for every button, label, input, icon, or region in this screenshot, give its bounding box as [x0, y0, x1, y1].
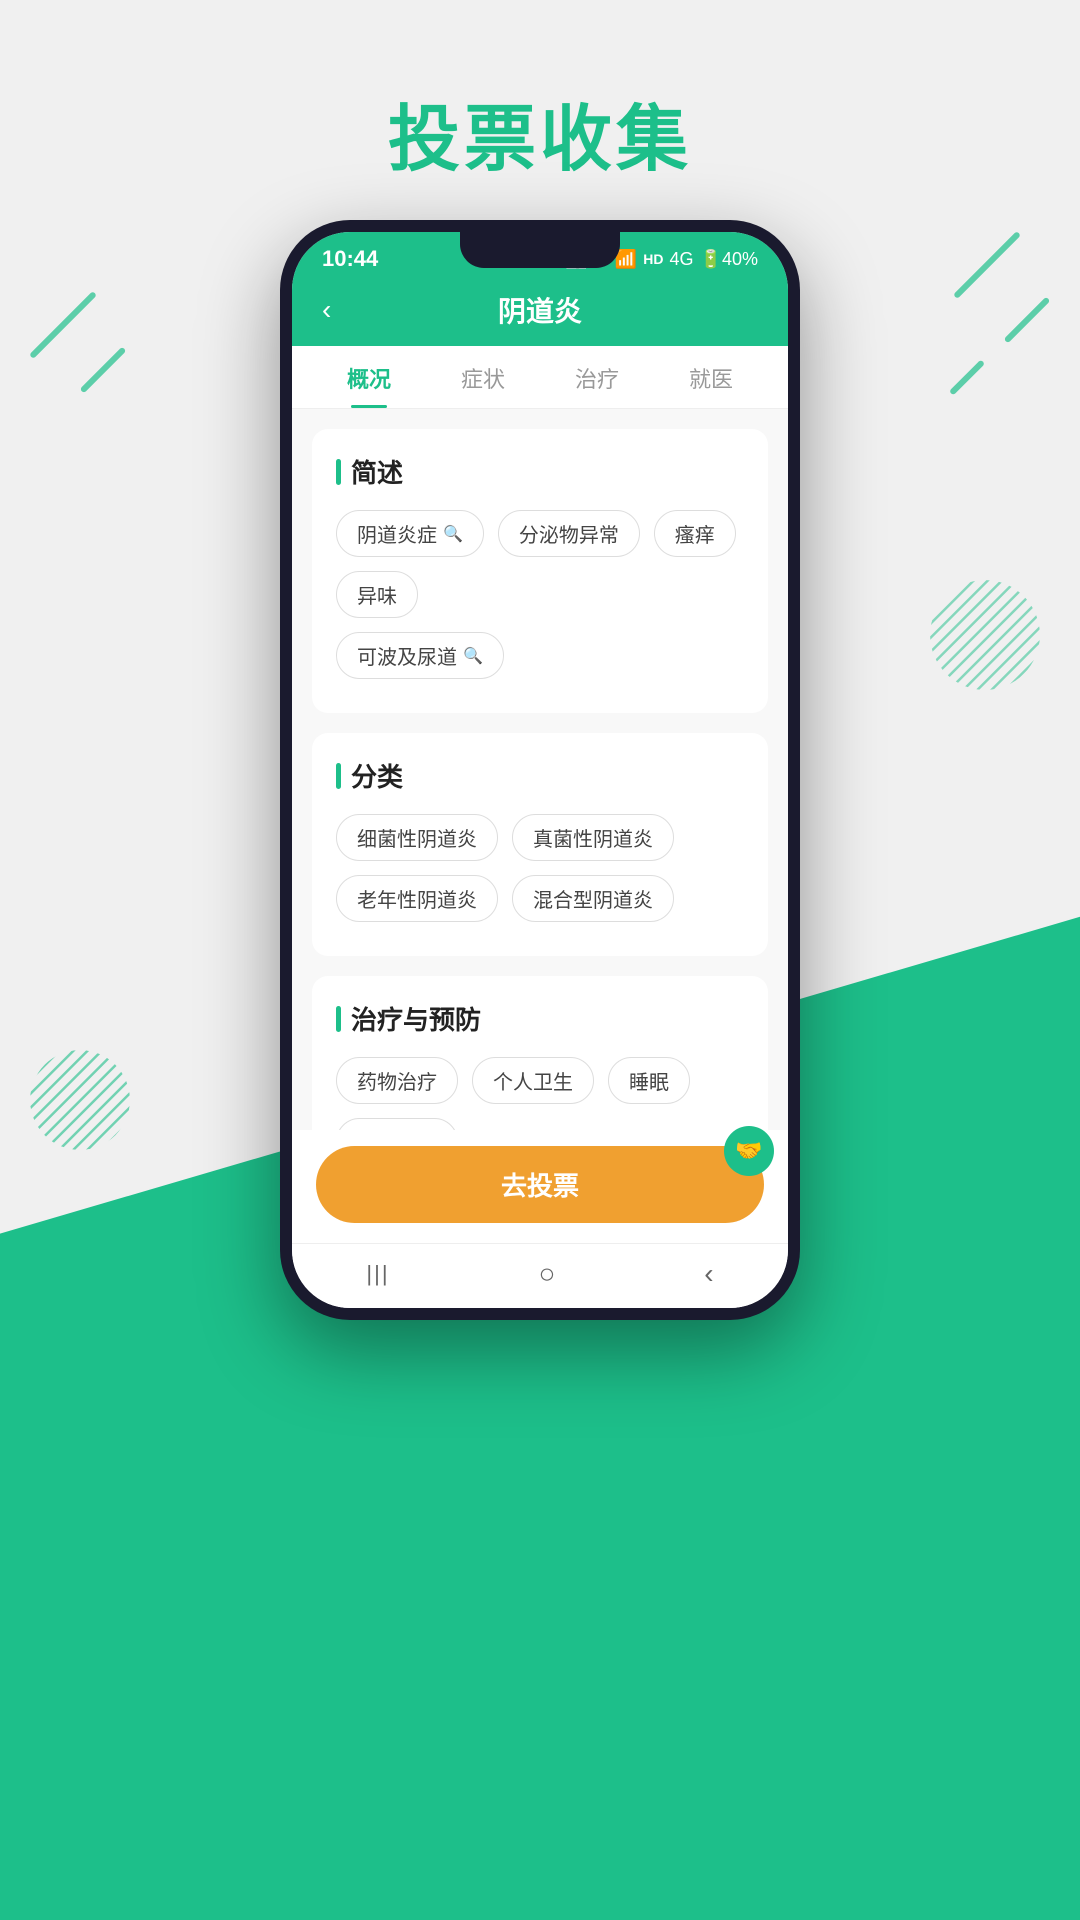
tab-symptoms[interactable]: 症状 — [426, 362, 540, 408]
tag-label: 异味 — [357, 580, 397, 609]
vote-button-label: 去投票 — [501, 1171, 579, 1201]
tag-label: 分泌物异常 — [519, 519, 619, 548]
tag-itching[interactable]: 瘙痒 — [654, 510, 736, 557]
phone-mockup: 10:44 📷 ✓ 📶 HD 4G 🔋40% ‹ 阴道炎 概况 症状 — [280, 220, 800, 1320]
tag-label: 细菌性阴道炎 — [357, 823, 477, 852]
overview-tags-row-2: 可波及尿道 🔍 — [336, 632, 744, 679]
status-time: 10:44 — [322, 246, 378, 272]
avatar-icon: 🤝 — [735, 1138, 762, 1164]
signal-icon: 4G — [670, 249, 694, 270]
vote-bar: 去投票 🤝 — [292, 1130, 788, 1243]
battery-icon: 🔋40% — [700, 249, 758, 270]
section-treatment-title: 治疗与预防 — [336, 1000, 744, 1037]
tag-label: 瘙痒 — [675, 519, 715, 548]
page-title: 投票收集 — [0, 80, 1080, 185]
tab-navigation: 概况 症状 治疗 就医 — [292, 346, 788, 409]
phone-notch — [460, 232, 620, 268]
tag-senile[interactable]: 老年性阴道炎 — [336, 875, 498, 922]
tag-fungal[interactable]: 真菌性阴道炎 — [512, 814, 674, 861]
tab-hospital[interactable]: 就医 — [654, 362, 768, 408]
section-overview: 简述 阴道炎症 🔍 分泌物异常 瘙痒 异味 — [312, 429, 768, 713]
tab-treatment[interactable]: 治疗 — [540, 362, 654, 408]
bottom-navigation: ||| ○ ‹ — [292, 1243, 788, 1308]
tag-urethra[interactable]: 可波及尿道 🔍 — [336, 632, 504, 679]
tag-label: 药物治疗 — [357, 1066, 437, 1095]
tab-overview[interactable]: 概况 — [312, 362, 426, 408]
classification-tags-row-1: 细菌性阴道炎 真菌性阴道炎 — [336, 814, 744, 861]
tag-hygiene[interactable]: 个人卫生 — [472, 1057, 594, 1104]
vote-avatar: 🤝 — [724, 1126, 774, 1176]
overview-tags-row-1: 阴道炎症 🔍 分泌物异常 瘙痒 异味 — [336, 510, 744, 618]
classification-tags-row-2: 老年性阴道炎 混合型阴道炎 — [336, 875, 744, 922]
tag-label: 可波及尿道 — [357, 641, 457, 670]
tag-sleep[interactable]: 睡眠 — [608, 1057, 690, 1104]
vote-button[interactable]: 去投票 🤝 — [316, 1146, 764, 1223]
section-classification: 分类 细菌性阴道炎 真菌性阴道炎 老年性阴道炎 — [312, 733, 768, 956]
search-icon: 🔍 — [443, 524, 463, 544]
tag-mixed[interactable]: 混合型阴道炎 — [512, 875, 674, 922]
section-classification-title: 分类 — [336, 757, 744, 794]
section-overview-title: 简述 — [336, 453, 744, 490]
tag-label: 个人卫生 — [493, 1066, 573, 1095]
app-header: ‹ 阴道炎 — [292, 280, 788, 346]
nav-back-button[interactable]: ||| — [366, 1261, 389, 1287]
tag-label: 真菌性阴道炎 — [533, 823, 653, 852]
tag-odor[interactable]: 异味 — [336, 571, 418, 618]
tag-vaginitis-symptom[interactable]: 阴道炎症 🔍 — [336, 510, 484, 557]
search-icon: 🔍 — [463, 646, 483, 666]
app-header-title: 阴道炎 — [498, 290, 582, 330]
tag-label: 睡眠 — [629, 1066, 669, 1095]
tag-label: 老年性阴道炎 — [357, 884, 477, 913]
tag-label: 混合型阴道炎 — [533, 884, 653, 913]
tag-secretion-abnormal[interactable]: 分泌物异常 — [498, 510, 640, 557]
nav-recent-button[interactable]: ‹ — [704, 1258, 713, 1290]
tag-bacterial[interactable]: 细菌性阴道炎 — [336, 814, 498, 861]
tag-medicine[interactable]: 药物治疗 — [336, 1057, 458, 1104]
main-content: 简述 阴道炎症 🔍 分泌物异常 瘙痒 异味 — [292, 409, 788, 1243]
hd-label: HD — [643, 251, 663, 267]
back-button[interactable]: ‹ — [322, 294, 331, 326]
tag-label: 阴道炎症 — [357, 519, 437, 548]
nav-home-button[interactable]: ○ — [538, 1258, 555, 1290]
